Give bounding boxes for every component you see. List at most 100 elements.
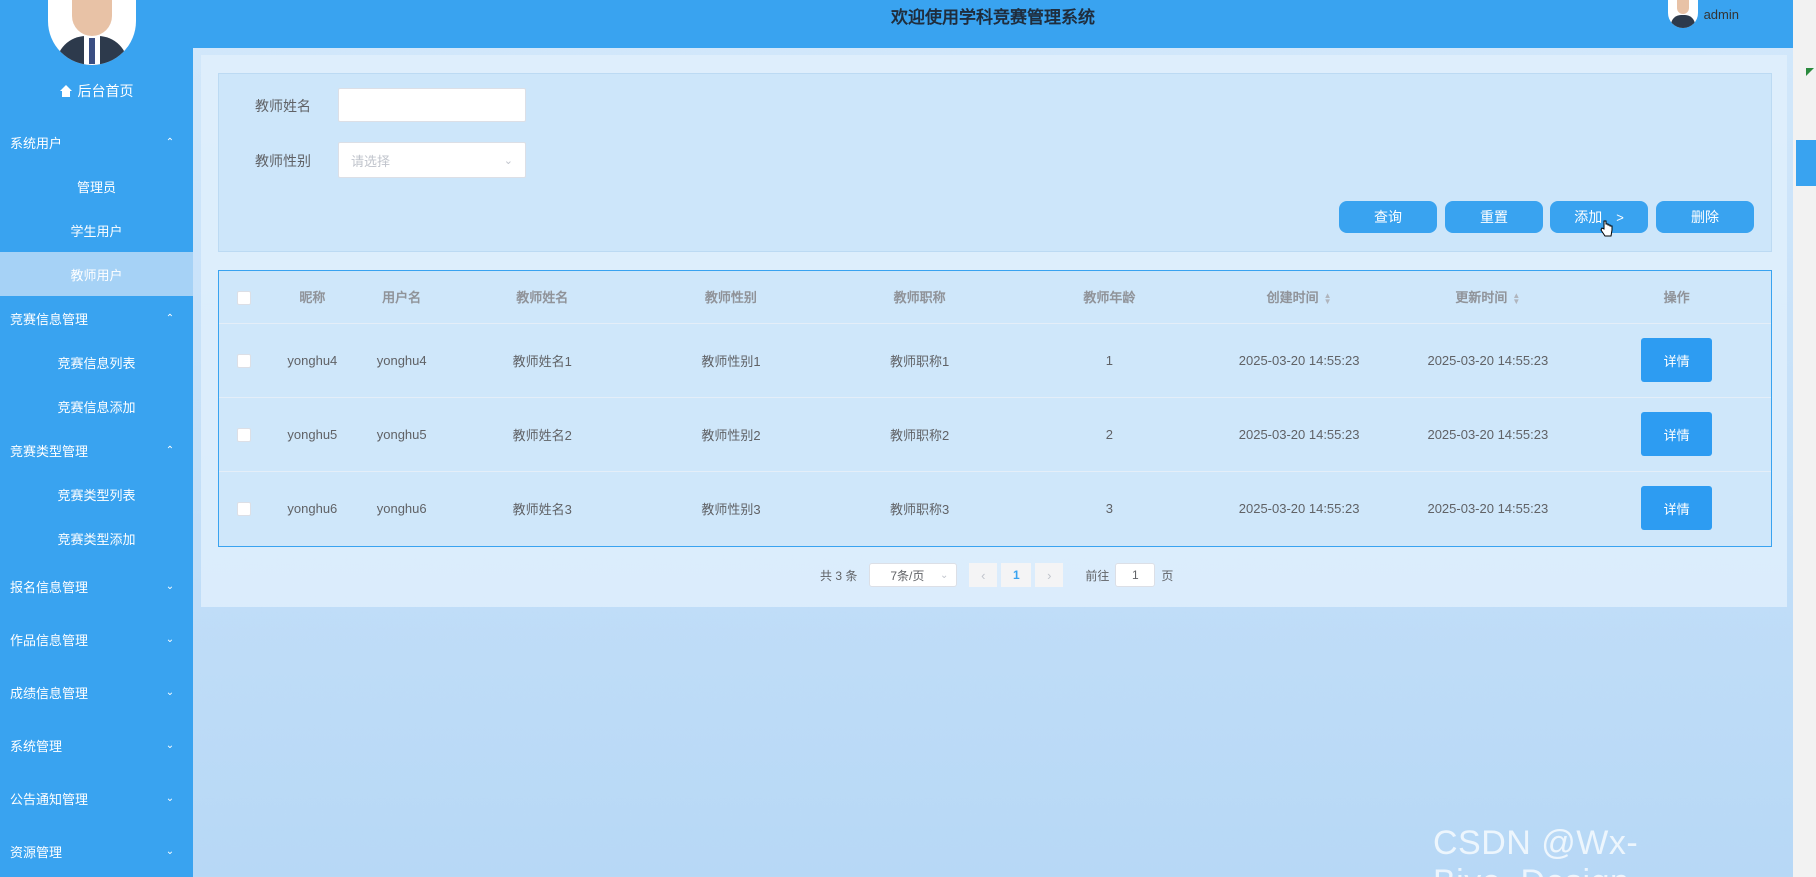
table-row: yonghu6 yonghu6 教师姓名3 教师性别3 教师职称3 3 2025… (219, 471, 1771, 545)
menu-group-label: 竞赛类型管理 (10, 443, 89, 459)
cell-username: yonghu6 (376, 500, 427, 516)
sort-icon[interactable]: ▲ ▼ (1512, 291, 1520, 305)
cell-teacher-title: 教师职称1 (825, 323, 1015, 398)
page-size-select[interactable]: 7条/页 ⌄ (869, 563, 958, 587)
cell-teacher-name: 教师姓名3 (512, 501, 572, 517)
corner-marker-icon (1806, 68, 1814, 76)
menu-group-label: 系统用户 (10, 135, 63, 151)
cell-nickname: yonghu5 (269, 397, 356, 472)
cell-username: yonghu4 (355, 323, 448, 398)
column-header: 教师职称 (825, 271, 1015, 324)
column-header: 用户名 (355, 271, 448, 324)
admin-avatar[interactable] (48, 0, 136, 65)
cell-teacher-title: 教师职称3 (890, 501, 950, 517)
cell-teacher-name: 教师姓名2 (447, 397, 637, 472)
home-icon (59, 85, 72, 97)
menu-group-label: 竞赛信息管理 (10, 311, 89, 327)
cell-teacher-gender: 教师性别3 (701, 501, 761, 517)
teacher-table: 昵称 用户名 教师姓名 教师性别 教师职称 教师年龄 创建时间 ▲ ▼ 更新时间 ▲ ▼… (218, 270, 1772, 547)
detail-button[interactable]: 详情 (1641, 486, 1713, 531)
table-row: yonghu5 yonghu5 教师姓名2 教师性别2 教师职称2 2 2025… (219, 397, 1771, 472)
detail-button[interactable]: 详情 (1641, 412, 1713, 456)
teacher-name-input[interactable] (338, 88, 526, 122)
chevron-up-icon: ⌃ (165, 312, 175, 324)
row-checkbox[interactable] (237, 427, 252, 442)
cell-updated: 2025-03-20 14:55:23 (1427, 500, 1549, 516)
menu-group-label: 成绩信息管理 (10, 686, 89, 701)
page-title: 欢迎使用学科竞赛管理系统 (891, 8, 1095, 27)
sidebar-menu: 系统用户 ⌃ 管理员 学生用户 教师用户 竞赛信息管理 ⌃ 竞赛信息列表 竞赛信… (0, 120, 193, 877)
chevron-up-icon: ⌃ (165, 444, 175, 456)
cell-username: yonghu5 (355, 397, 448, 472)
detail-button[interactable]: 详情 (1641, 338, 1713, 382)
column-header: 操作 (1582, 271, 1771, 324)
cell-created: 2025-03-20 14:55:23 (1238, 500, 1360, 516)
chevron-down-icon: ⌄ (165, 846, 175, 857)
menu-group-resources[interactable]: 资源管理 ⌄ (0, 825, 193, 877)
cell-teacher-title: 教师职称2 (825, 397, 1015, 472)
page-scrollbar[interactable] (1793, 0, 1816, 877)
row-checkbox[interactable] (237, 353, 252, 368)
chevron-down-icon: ⌄ (165, 740, 175, 751)
add-button[interactable]: 添加 > (1550, 201, 1648, 233)
menu-group-label: 公告通知管理 (10, 792, 89, 807)
select-placeholder: 请选择 (351, 153, 391, 169)
chevron-down-icon: ⌄ (165, 687, 175, 698)
cell-teacher-age: 3 (1105, 500, 1113, 516)
menu-group-label: 系统管理 (10, 739, 63, 754)
page-unit-label: 页 (1161, 568, 1174, 583)
column-header-updated[interactable]: 更新时间 ▲ ▼ (1393, 271, 1583, 324)
prev-page-button[interactable]: ‹ (969, 563, 998, 587)
column-header-label: 更新时间 (1455, 290, 1508, 306)
cell-teacher-name: 教师姓名1 (447, 323, 637, 398)
teacher-gender-select[interactable]: 请选择 ⌄ (338, 142, 526, 178)
home-link[interactable]: 后台首页 (0, 80, 193, 102)
menu-group-registration[interactable]: 报名信息管理 ⌄ (0, 560, 193, 613)
page-number-current[interactable]: 1 (1001, 563, 1032, 587)
cell-nickname: yonghu6 (287, 500, 338, 516)
column-header: 教师年龄 (1014, 271, 1205, 324)
cell-created: 2025-03-20 14:55:23 (1204, 397, 1394, 472)
chevron-down-icon: ⌄ (939, 569, 949, 581)
menu-group-system[interactable]: 系统管理 ⌄ (0, 719, 193, 772)
menu-group-competition-type[interactable]: 竞赛类型管理 ⌃ (0, 428, 193, 472)
chevron-down-icon: ⌄ (503, 154, 513, 167)
goto-page-input[interactable] (1115, 563, 1156, 587)
menu-item-teacher-users[interactable]: 教师用户 (0, 252, 193, 296)
menu-group-works[interactable]: 作品信息管理 ⌄ (0, 613, 193, 666)
watermark: CSDN @Wx-Biye_Design (1433, 824, 1639, 877)
menu-group-label: 作品信息管理 (10, 633, 89, 648)
menu-item-competition-add[interactable]: 竞赛信息添加 (0, 384, 193, 428)
cell-teacher-age: 1 (1014, 323, 1205, 398)
menu-item-competition-list[interactable]: 竞赛信息列表 (0, 340, 193, 384)
next-page-button[interactable]: › (1035, 563, 1064, 587)
menu-group-system-users[interactable]: 系统用户 ⌃ (0, 120, 193, 164)
scrollbar-thumb[interactable] (1796, 140, 1816, 186)
chevron-down-icon: ⌄ (165, 793, 175, 804)
sort-icon[interactable]: ▲ ▼ (1324, 291, 1332, 305)
column-header-created[interactable]: 创建时间 ▲ ▼ (1204, 271, 1394, 324)
menu-group-notices[interactable]: 公告通知管理 ⌄ (0, 772, 193, 825)
select-all-checkbox[interactable] (237, 290, 252, 305)
cell-created: 2025-03-20 14:55:23 (1204, 323, 1394, 398)
cell-updated: 2025-03-20 14:55:23 (1393, 397, 1583, 472)
menu-group-competition-info[interactable]: 竞赛信息管理 ⌃ (0, 296, 193, 340)
menu-item-type-list[interactable]: 竞赛类型列表 (0, 472, 193, 516)
user-menu[interactable]: admin (1667, 0, 1739, 28)
pagination: 共 3 条 7条/页 ⌄ ‹ 1 › 前往 页 (820, 563, 1173, 587)
menu-item-type-add[interactable]: 竞赛类型添加 (0, 516, 193, 560)
home-label: 后台首页 (77, 83, 134, 99)
menu-item-admin[interactable]: 管理员 (0, 164, 193, 208)
cell-teacher-age: 2 (1014, 397, 1205, 472)
user-avatar[interactable] (1667, 0, 1698, 28)
menu-group-scores[interactable]: 成绩信息管理 ⌄ (0, 666, 193, 719)
delete-button[interactable]: 删除 (1656, 201, 1754, 233)
query-button[interactable]: 查询 (1339, 201, 1437, 233)
chevron-up-icon: ⌃ (165, 136, 175, 148)
username-label[interactable]: admin (1704, 7, 1739, 22)
menu-item-student-users[interactable]: 学生用户 (0, 208, 193, 252)
menu-group-label: 资源管理 (10, 845, 63, 860)
page-size-value: 7条/页 (890, 568, 925, 583)
reset-button[interactable]: 重置 (1445, 201, 1543, 233)
row-checkbox[interactable] (237, 502, 252, 517)
